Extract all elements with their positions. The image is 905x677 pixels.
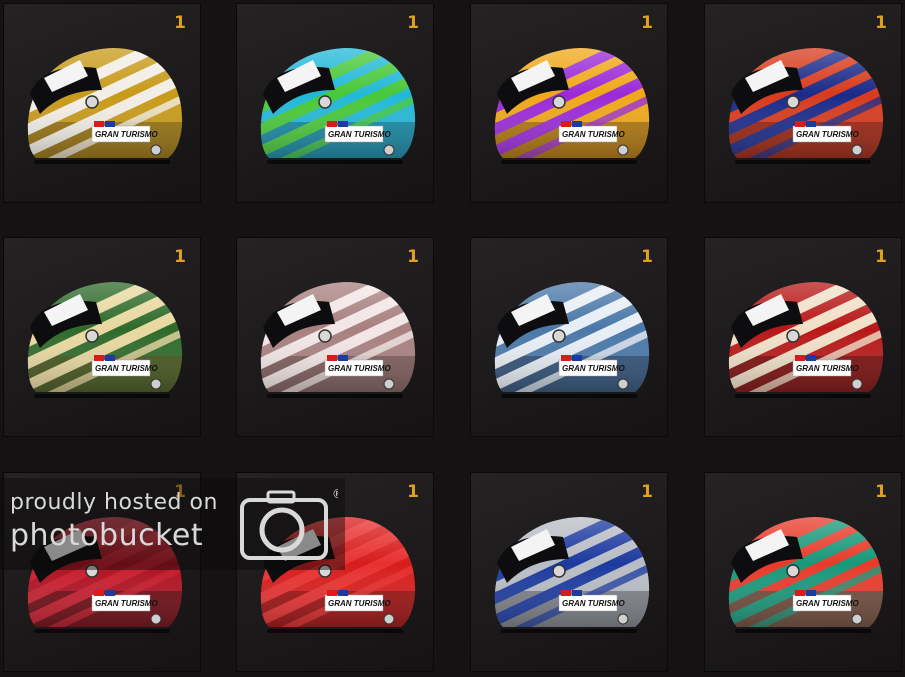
gran-turismo-logo: GRAN TURISMO xyxy=(328,130,391,139)
gran-turismo-logo: GRAN TURISMO xyxy=(95,599,158,608)
helmet-count: 1 xyxy=(407,13,419,33)
helmet-image: GRAN TURISMO xyxy=(18,32,188,172)
gran-turismo-logo: GRAN TURISMO xyxy=(328,599,391,608)
gran-turismo-logo: GRAN TURISMO xyxy=(796,130,859,139)
helmet-count: 1 xyxy=(407,482,419,502)
helmet-image: GRAN TURISMO xyxy=(251,266,421,406)
helmet-image: GRAN TURISMO xyxy=(251,32,421,172)
helmet-count: 1 xyxy=(174,247,186,267)
helmet-count: 1 xyxy=(875,247,887,267)
helmet-card[interactable]: 1 GRAN TURISMO xyxy=(470,237,668,437)
helmet-card[interactable]: 1 GRAN TURISMO xyxy=(704,237,902,437)
helmet-count: 1 xyxy=(641,247,653,267)
registered-mark: ® xyxy=(332,487,338,501)
gran-turismo-logo: GRAN TURISMO xyxy=(328,364,391,373)
helmet-image: GRAN TURISMO xyxy=(485,266,655,406)
watermark-line1: proudly hosted on xyxy=(10,490,218,515)
helmet-count: 1 xyxy=(174,13,186,33)
gran-turismo-logo: GRAN TURISMO xyxy=(796,599,859,608)
helmet-card[interactable]: 1 GRAN TURISMO xyxy=(3,237,201,437)
gran-turismo-logo: GRAN TURISMO xyxy=(562,599,625,608)
helmet-grid: 1 GRAN TURISMO 1 GRAN TURISMO 1 GRAN TURISMO 1… xyxy=(0,0,905,677)
helmet-image: GRAN TURISMO xyxy=(18,266,188,406)
helmet-count: 1 xyxy=(641,13,653,33)
helmet-image: GRAN TURISMO xyxy=(719,32,889,172)
gran-turismo-logo: GRAN TURISMO xyxy=(562,130,625,139)
gran-turismo-logo: GRAN TURISMO xyxy=(562,364,625,373)
helmet-count: 1 xyxy=(407,247,419,267)
photobucket-watermark: proudly hosted on photobucket ® xyxy=(0,478,345,570)
helmet-count: 1 xyxy=(875,13,887,33)
gran-turismo-logo: GRAN TURISMO xyxy=(796,364,859,373)
helmet-card[interactable]: 1 GRAN TURISMO xyxy=(704,472,902,672)
helmet-card[interactable]: 1 GRAN TURISMO xyxy=(470,3,668,203)
helmet-card[interactable]: 1 GRAN TURISMO xyxy=(3,3,201,203)
gran-turismo-logo: GRAN TURISMO xyxy=(95,364,158,373)
helmet-image: GRAN TURISMO xyxy=(719,501,889,641)
watermark-line2: photobucket xyxy=(10,518,204,553)
helmet-card[interactable]: 1 GRAN TURISMO xyxy=(236,3,434,203)
helmet-image: GRAN TURISMO xyxy=(485,32,655,172)
helmet-card[interactable]: 1 GRAN TURISMO xyxy=(236,237,434,437)
helmet-card[interactable]: 1 GRAN TURISMO xyxy=(704,3,902,203)
helmet-count: 1 xyxy=(641,482,653,502)
helmet-image: GRAN TURISMO xyxy=(485,501,655,641)
helmet-card[interactable]: 1 GRAN TURISMO xyxy=(470,472,668,672)
camera-logo-icon: ® xyxy=(240,487,338,560)
helmet-image: GRAN TURISMO xyxy=(719,266,889,406)
helmet-count: 1 xyxy=(875,482,887,502)
gran-turismo-logo: GRAN TURISMO xyxy=(95,130,158,139)
